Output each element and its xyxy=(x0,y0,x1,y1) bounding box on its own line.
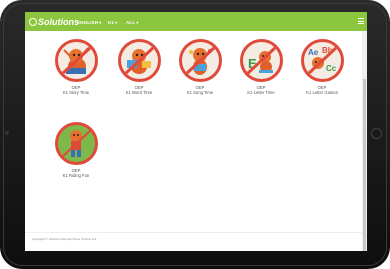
nav-language-label: ENGLISH xyxy=(77,19,99,25)
tile-subtitle: K1 Letter Time xyxy=(247,90,275,95)
course-tile-word-time[interactable]: OEP K1 Word Time xyxy=(109,39,169,95)
home-button[interactable] xyxy=(371,128,382,139)
fox-word-icon[interactable] xyxy=(117,39,161,82)
logo-mark-icon xyxy=(29,17,37,26)
hamburger-icon[interactable] xyxy=(358,18,364,24)
footer-divider xyxy=(25,232,362,233)
chevron-down-icon: ▾ xyxy=(136,19,139,25)
scrollbar-thumb[interactable] xyxy=(363,79,366,251)
tile-subtitle: K1 Letter Games xyxy=(306,90,338,95)
nav-level-dropdown[interactable]: K1 ▾ xyxy=(108,17,117,27)
fox-story-icon[interactable] xyxy=(54,39,98,82)
fox-letter-icon[interactable]: E xyxy=(239,39,283,82)
footer-copyright: Copyright © Oxford University Press (Chi… xyxy=(32,237,97,241)
nav-level-label: K1 xyxy=(108,19,115,25)
nav-language-dropdown[interactable]: ENGLISH ▾ xyxy=(77,17,101,27)
tile-subtitle: K1 Word Time xyxy=(125,90,153,95)
app-screen: Solutions ENGLISH ▾ K1 ▾ ALL ▾ OEP K1 St… xyxy=(25,12,367,251)
fox-abc-icon[interactable]: Ae Bb Cc xyxy=(300,39,344,82)
top-navigation-bar: Solutions ENGLISH ▾ K1 ▾ ALL ▾ xyxy=(25,12,367,31)
svg-text:Ae: Ae xyxy=(308,48,319,57)
nav-filter-label: ALL xyxy=(126,19,136,25)
tile-subtitle: K1 Riding Fun xyxy=(62,173,90,178)
course-tile-song-time[interactable]: OEP K1 Song Time xyxy=(170,39,230,95)
course-tile-letter-time[interactable]: E OEP K1 Letter Time xyxy=(231,39,291,95)
logo-text: Solutions xyxy=(38,16,79,27)
nav-filter-dropdown[interactable]: ALL ▾ xyxy=(126,17,138,27)
course-tile-riding-fun[interactable]: OEP K1 Riding Fun xyxy=(46,122,106,178)
chevron-down-icon: ▾ xyxy=(99,19,102,25)
logo[interactable]: Solutions xyxy=(29,14,79,29)
chevron-down-icon: ▾ xyxy=(115,19,118,25)
vertical-scrollbar[interactable] xyxy=(362,31,367,251)
fox-riding-icon[interactable] xyxy=(54,122,98,165)
course-tile-story-time[interactable]: OEP K1 Story Time xyxy=(46,39,106,95)
camera-icon xyxy=(5,131,9,135)
tile-subtitle: K1 Song Time xyxy=(186,90,214,95)
svg-text:Cc: Cc xyxy=(326,64,337,73)
course-tile-letter-games[interactable]: Ae Bb Cc OEP K1 Letter Games xyxy=(292,39,352,95)
tablet-frame: Solutions ENGLISH ▾ K1 ▾ ALL ▾ OEP K1 St… xyxy=(0,0,390,269)
tile-subtitle: K1 Story Time xyxy=(62,90,90,95)
fox-song-icon[interactable] xyxy=(178,39,222,82)
